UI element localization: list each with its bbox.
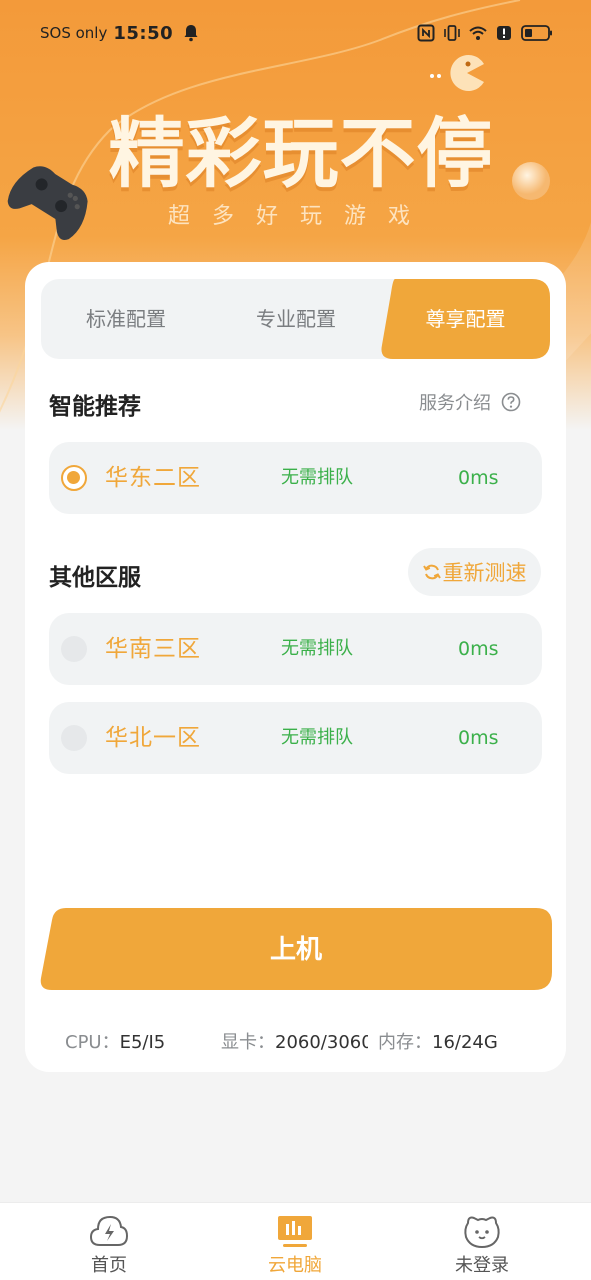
config-tabs: 标准配置 专业配置 尊享配置: [41, 279, 550, 359]
spec-mem-label: 内存：: [378, 1032, 432, 1053]
radio-selected[interactable]: [61, 465, 87, 491]
server-row-huanan-3[interactable]: 华南三区 无需排队 0ms: [49, 613, 542, 685]
wifi-icon: [469, 26, 487, 40]
help-icon: [501, 392, 521, 412]
spec-gpu: 显卡：2060/3060: [221, 1028, 368, 1054]
latency: 0ms: [458, 638, 499, 660]
carrier-text: SOS only: [40, 24, 108, 42]
spec-mem-value: 16/24G: [432, 1032, 498, 1053]
tab-pro-config[interactable]: 专业配置: [211, 279, 381, 359]
tab-premium-config[interactable]: 尊享配置: [381, 279, 550, 359]
smart-recommend-title: 智能推荐: [49, 394, 141, 420]
orb-icon: [512, 162, 550, 200]
server-name: 华北一区: [105, 725, 201, 751]
server-row-huabei-1[interactable]: 华北一区 无需排队 0ms: [49, 702, 542, 774]
refresh-icon: [422, 564, 441, 580]
hero-subtitle: 超多好玩游戏: [167, 204, 432, 229]
server-row-huadong-2[interactable]: 华东二区 无需排队 0ms: [49, 442, 542, 514]
other-servers-title: 其他区服: [49, 565, 141, 591]
queue-status: 无需排队: [281, 727, 353, 748]
server-name: 华南三区: [105, 636, 201, 662]
radio-unselected[interactable]: [61, 636, 87, 662]
bell-icon: [184, 25, 198, 42]
spec-gpu-label: 显卡：: [221, 1032, 275, 1053]
nav-home[interactable]: 首页: [49, 1203, 169, 1280]
face-icon: [464, 1216, 500, 1249]
cloud-bolt-icon: [89, 1215, 129, 1246]
vibrate-icon: [444, 25, 460, 41]
radio-unselected[interactable]: [61, 725, 87, 751]
spec-cpu-label: CPU：: [65, 1032, 120, 1053]
latency: 0ms: [458, 467, 499, 489]
nfc-icon: [417, 24, 435, 42]
nav-cloud-pc[interactable]: 云电脑: [235, 1203, 355, 1280]
server-selection-card: 标准配置 专业配置 尊享配置 智能推荐 服务介绍 华东二区 无需排队 0ms 其…: [25, 262, 566, 1072]
nav-cloud-pc-label: 云电脑: [268, 1255, 322, 1276]
retest-label: 重新测速: [442, 562, 527, 585]
hero-title: 精彩玩不停: [108, 109, 494, 198]
latency: 0ms: [458, 727, 499, 749]
hardware-specs: CPU：E5/I5 显卡：2060/3060 内存：16/24G: [65, 1028, 545, 1058]
clock: 15:50: [113, 22, 174, 44]
spec-memory: 内存：16/24G: [378, 1028, 498, 1054]
controller-icon: [7, 166, 88, 241]
launch-button[interactable]: 上机: [40, 908, 552, 990]
alert-icon: [497, 26, 511, 40]
retest-speed-button[interactable]: 重新测速: [408, 548, 541, 596]
spec-cpu-value: E5/I5: [119, 1032, 166, 1053]
status-bar: SOS only 15:50: [0, 0, 591, 66]
nav-login[interactable]: 未登录: [422, 1203, 542, 1280]
bottom-nav: 首页 云电脑 未登录: [0, 1202, 591, 1280]
queue-status: 无需排队: [281, 467, 353, 488]
nav-login-label: 未登录: [455, 1255, 509, 1276]
pacman-icon: [430, 55, 484, 91]
nav-home-label: 首页: [91, 1255, 127, 1276]
service-intro-label: 服务介绍: [419, 393, 491, 414]
battery-icon: [521, 25, 552, 41]
queue-status: 无需排队: [281, 638, 353, 659]
server-name: 华东二区: [105, 465, 201, 491]
spec-cpu: CPU：E5/I5: [65, 1028, 165, 1054]
launch-label: 上机: [269, 934, 322, 964]
tab-standard-config[interactable]: 标准配置: [41, 279, 211, 359]
monitor-icon: [278, 1216, 312, 1247]
spec-gpu-value: 2060/3060: [275, 1032, 368, 1053]
service-intro-link[interactable]: 服务介绍: [419, 389, 521, 415]
